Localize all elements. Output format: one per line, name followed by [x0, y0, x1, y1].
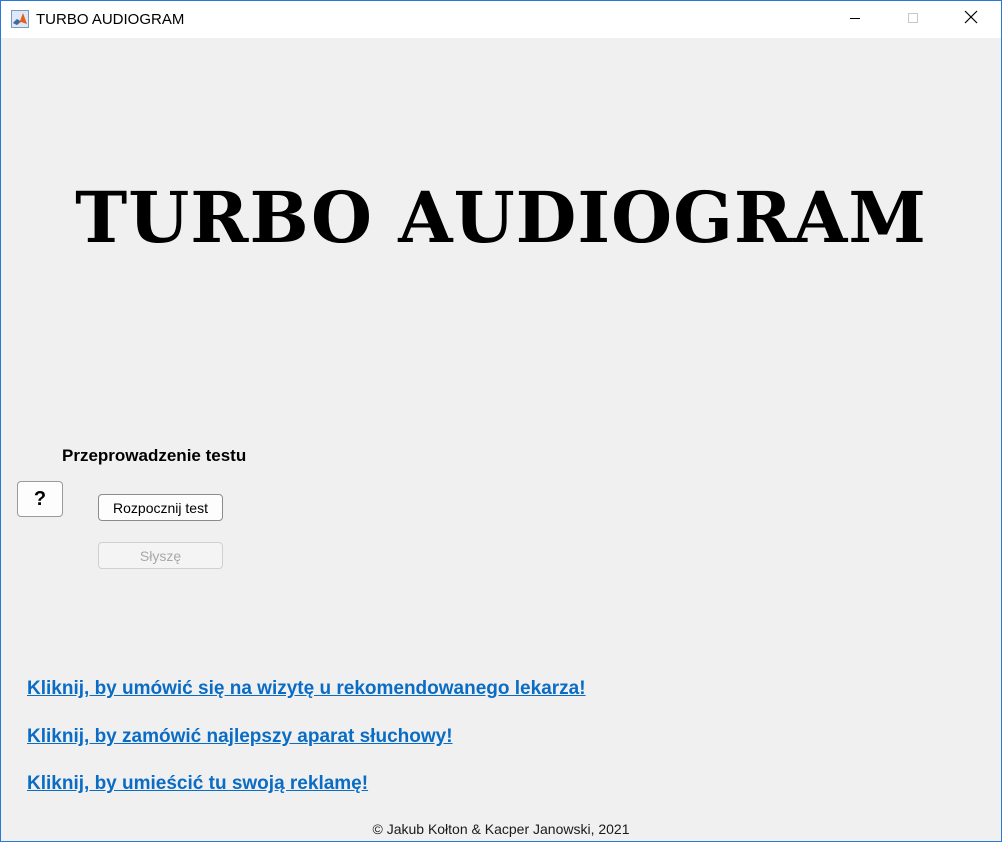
app-heading: TURBO AUDIOGRAM	[75, 176, 927, 259]
maximize-button[interactable]	[884, 1, 942, 38]
doctor-appointment-link[interactable]: Kliknij, by umówić się na wizytę u rekom…	[27, 678, 586, 700]
app-window: TURBO AUDIOGRAM TURBO AUDIOGRAM Przeprow…	[0, 0, 1002, 842]
test-section-label: Przeprowadzenie testu	[62, 446, 247, 465]
title-bar[interactable]: TURBO AUDIOGRAM	[1, 1, 1001, 38]
main-panel: TURBO AUDIOGRAM Przeprowadzenie testu ? …	[1, 38, 1001, 841]
help-button[interactable]: ?	[17, 481, 63, 517]
hearing-aid-order-link[interactable]: Kliknij, by zamówić najlepszy aparat słu…	[27, 726, 453, 748]
copyright-footer: © Jakub Kołton & Kacper Janowski, 2021	[372, 821, 630, 837]
minimize-button[interactable]	[826, 1, 884, 38]
hear-button[interactable]: Słyszę	[98, 542, 223, 569]
advertise-here-link[interactable]: Kliknij, by umieścić tu swoją reklamę!	[27, 773, 368, 795]
minimize-icon	[849, 11, 861, 29]
close-icon	[964, 10, 978, 29]
close-button[interactable]	[942, 1, 1000, 38]
matlab-icon	[11, 10, 29, 28]
maximize-icon	[907, 11, 919, 29]
start-test-button[interactable]: Rozpocznij test	[98, 494, 223, 521]
window-title: TURBO AUDIOGRAM	[36, 11, 185, 28]
